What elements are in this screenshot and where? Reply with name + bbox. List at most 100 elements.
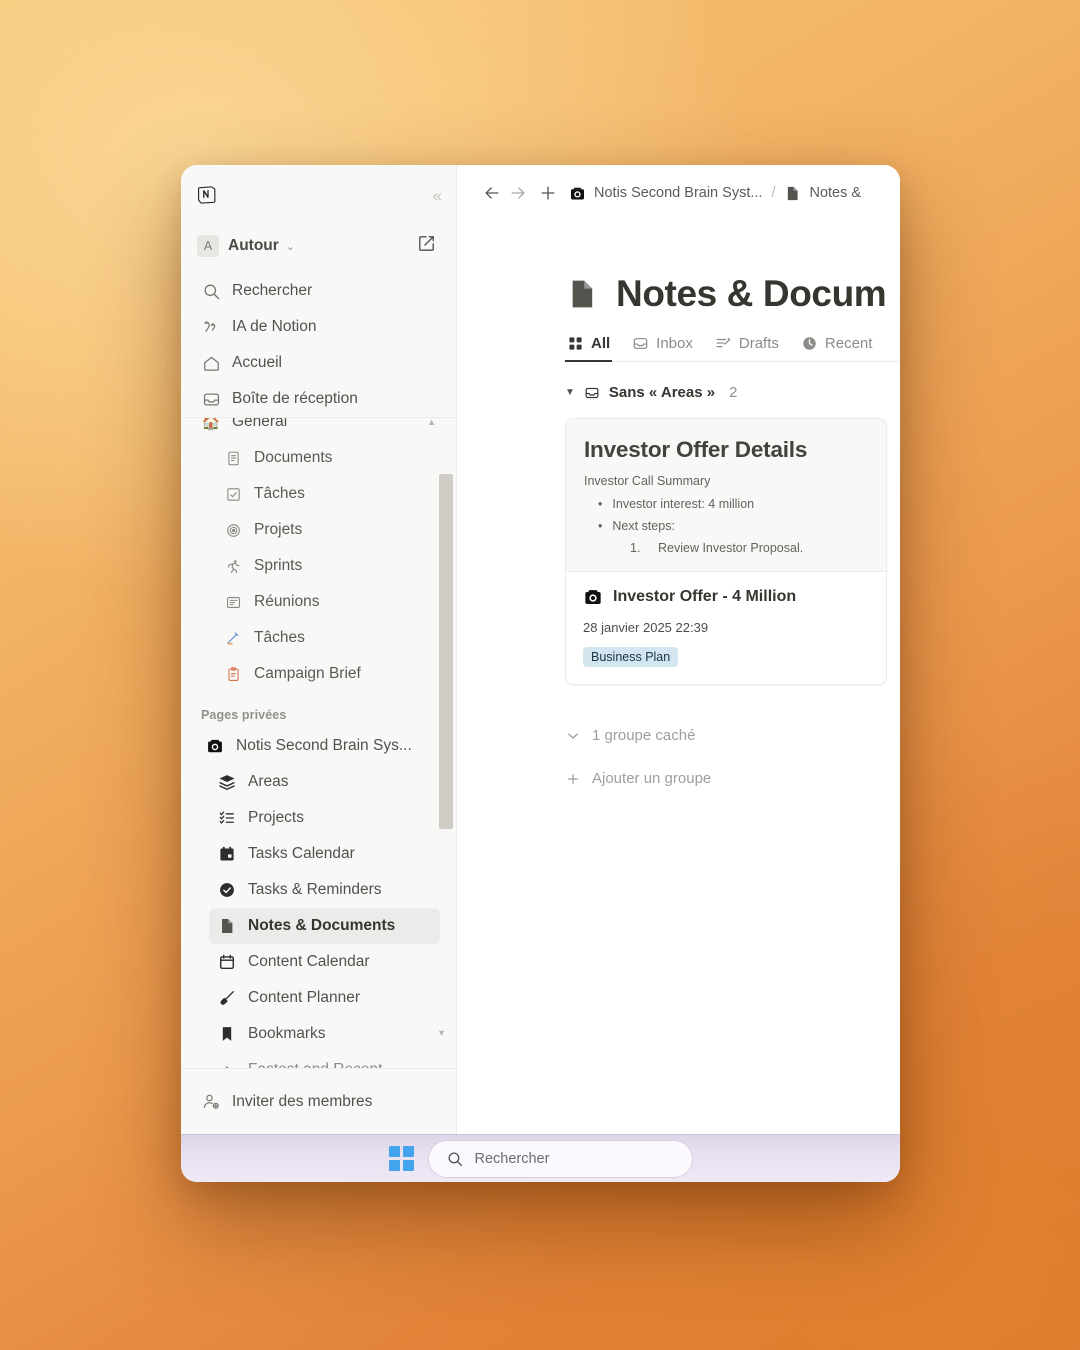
sidebar-nav-list: Rechercher IA de Notion Accueil Boîte de… [197,273,440,417]
sidebar-label: Sprints [254,557,303,574]
sidebar-section-label: General [232,417,288,430]
hidden-group-toggle[interactable]: 1 groupe caché [565,727,900,744]
sidebar-label: Areas [248,773,289,790]
breadcrumb-label: Notis Second Brain Syst... [594,185,763,201]
sidebar-label: Tâches [254,629,305,646]
tab-all[interactable]: All [565,335,613,362]
check-circle-icon [217,880,237,900]
sidebar-label: Projects [248,809,304,826]
arrow-right-icon[interactable] [505,180,531,206]
breadcrumb-separator: / [771,185,776,201]
notion-app-window: « A Autour ⌄ Rechercher IA de Notion Acc… [181,165,900,1182]
checklist-icon [217,808,237,828]
sidebar-label: Inviter des membres [232,1092,373,1110]
sidebar-item-ia-de-notion[interactable]: IA de Notion [197,309,440,345]
status-badge: Business Plan [583,647,679,667]
sidebar-item-areas[interactable]: Areas [209,764,440,800]
triangle-down-icon[interactable]: ▼ [565,387,575,398]
search-icon [201,281,221,301]
sidebar-scroll-region[interactable]: 🏠 General ▲ Documents Tâches Projets Spr… [181,417,456,1068]
document-icon [223,448,243,468]
card-preview-title: Investor Offer Details [584,437,808,462]
tab-drafts[interactable]: Drafts [713,335,781,361]
house-emoji-icon: 🏠 [201,417,221,431]
sidebar-item-tasks-reminders[interactable]: Tasks & Reminders [209,872,440,908]
sidebar-item-notis-second-brain[interactable]: Notis Second Brain Sys... [197,728,440,764]
camera-icon [583,587,603,607]
sidebar-item-content-planner[interactable]: Content Planner [209,980,440,1016]
sidebar-label: Tasks Calendar [248,845,355,862]
checkbox-icon [223,484,243,504]
plus-icon[interactable] [535,180,561,206]
chevron-up-icon[interactable]: ▲ [427,418,436,427]
card-date: 28 janvier 2025 22:39 [583,620,709,635]
card-title-row: Investor Offer - 4 Million [583,587,869,607]
sidebar-scrollbar[interactable] [439,474,453,829]
sidebar-item-bookmarks[interactable]: Bookmarks [209,1016,440,1052]
windows-logo-icon[interactable] [388,1146,414,1171]
card-preview: Investor Offer Details Investor Call Sum… [566,419,886,571]
sidebar-item-projets[interactable]: Projets [197,512,440,548]
card-preview-subtitle: Investor Call Summary [584,474,711,488]
sidebar-item-reunions[interactable]: Réunions [197,584,440,620]
tab-inbox[interactable]: Inbox [630,335,695,361]
sidebar-item-sprints[interactable]: Sprints [197,548,440,584]
paintbrush-icon [217,988,237,1008]
board-view: ▼ Sans « Areas » 2 Investor Offer Detail… [457,362,900,787]
board-card[interactable]: Investor Offer Details Investor Call Sum… [565,418,887,685]
windows-taskbar: Rechercher [181,1134,900,1182]
clipboard-icon [223,664,243,684]
sidebar: « A Autour ⌄ Rechercher IA de Notion Acc… [181,165,457,1134]
sidebar-item-taches[interactable]: Tâches [197,476,440,512]
workspace-avatar: A [197,235,219,257]
sidebar-label: Boîte de réception [232,390,358,407]
sidebar-item-rechercher[interactable]: Rechercher [197,273,440,309]
collapse-sidebar-button[interactable]: « [433,187,443,204]
sidebar-item-notes-documents[interactable]: Notes & Documents [209,908,440,944]
board-group-header[interactable]: ▼ Sans « Areas » 2 [565,384,900,401]
sidebar-item-content-calendar[interactable]: Content Calendar [209,944,440,980]
list-item: 1. Review Investor Proposal. [630,541,868,555]
workspace-switcher[interactable]: A Autour ⌄ [197,231,440,261]
tab-recent[interactable]: Recent [799,335,875,361]
calendar-icon [217,952,237,972]
card-title: Investor Offer - 4 Million [613,588,797,605]
invite-members-button[interactable]: Inviter des membres [197,1084,440,1120]
main-content: Notis Second Brain Syst... / Notes & Not… [457,165,900,1134]
chevron-down-icon[interactable]: ▾ [439,1028,444,1039]
sidebar-item-projects[interactable]: Projects [209,800,440,836]
breadcrumb-item-workspace[interactable]: Notis Second Brain Syst... [569,185,762,202]
sidebar-item-documents[interactable]: Documents [197,440,440,476]
sidebar-item-clipped[interactable]: Fastest and Recent [209,1052,440,1068]
layers-icon [217,772,237,792]
sidebar-item-boite-de-reception[interactable]: Boîte de réception [197,381,440,417]
ai-sparkle-icon [201,317,221,337]
compose-icon[interactable] [417,234,436,258]
sidebar-label: Accueil [232,354,282,371]
list-item-text: Review Investor Proposal. [658,541,804,555]
sidebar-scroll-inner: 🏠 General ▲ Documents Tâches Projets Spr… [197,417,440,1068]
page-icon [784,185,801,202]
notion-logo-icon [197,185,217,205]
calendar-icon [217,844,237,864]
list-item: • Investor interest: 4 million [584,497,868,511]
add-group-button[interactable]: Ajouter un groupe [565,770,900,787]
breadcrumb-item-page[interactable]: Notes & [784,185,861,202]
sidebar-label: Content Calendar [248,953,370,970]
arrow-left-icon[interactable] [479,180,505,206]
add-group-label: Ajouter un groupe [592,770,712,787]
page-header: Notes & Docum [457,221,900,315]
clock-icon [801,335,818,352]
draft-icon [715,335,732,352]
sidebar-item-tasks-calendar[interactable]: Tasks Calendar [209,836,440,872]
sidebar-label: Tâches [254,485,305,502]
sidebar-item-taches-2[interactable]: Tâches [197,620,440,656]
add-person-icon [201,1092,221,1112]
sidebar-item-campaign-brief[interactable]: Campaign Brief [197,656,440,692]
sidebar-label: Documents [254,449,333,466]
sidebar-item-accueil[interactable]: Accueil [197,345,440,381]
taskbar-search-input[interactable]: Rechercher [427,1139,693,1178]
sidebar-section-general[interactable]: 🏠 General ▲ [197,417,440,440]
top-breadcrumb-bar: Notis Second Brain Syst... / Notes & [457,165,900,221]
tab-label: Recent [824,335,873,352]
